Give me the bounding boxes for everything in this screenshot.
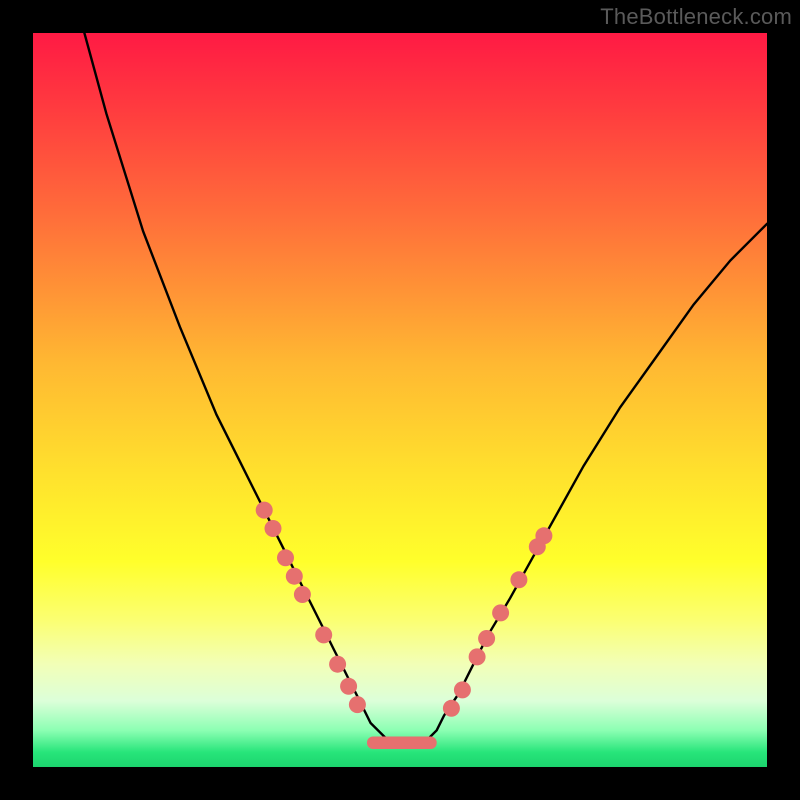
watermark-text: TheBottleneck.com — [600, 4, 792, 30]
left-dot-2 — [265, 520, 282, 537]
chart-frame: TheBottleneck.com — [0, 0, 800, 800]
left-dot-9 — [349, 696, 366, 713]
plot-area — [33, 33, 767, 767]
bottleneck-curve — [84, 33, 767, 745]
left-dot-4 — [286, 568, 303, 585]
left-dot-7 — [329, 656, 346, 673]
curve-svg — [33, 33, 767, 767]
left-dot-5 — [294, 586, 311, 603]
right-dot-4 — [478, 630, 495, 647]
left-dot-3 — [277, 549, 294, 566]
curve-markers — [256, 502, 553, 717]
right-dot-1 — [443, 700, 460, 717]
right-dot-2 — [454, 681, 471, 698]
bottom-marker-bar — [367, 737, 437, 750]
right-dot-3 — [469, 648, 486, 665]
right-dot-6 — [510, 571, 527, 588]
right-dot-8 — [535, 527, 552, 544]
left-dot-6 — [315, 626, 332, 643]
left-dot-8 — [340, 678, 357, 695]
left-dot-1 — [256, 502, 273, 519]
right-dot-5 — [492, 604, 509, 621]
